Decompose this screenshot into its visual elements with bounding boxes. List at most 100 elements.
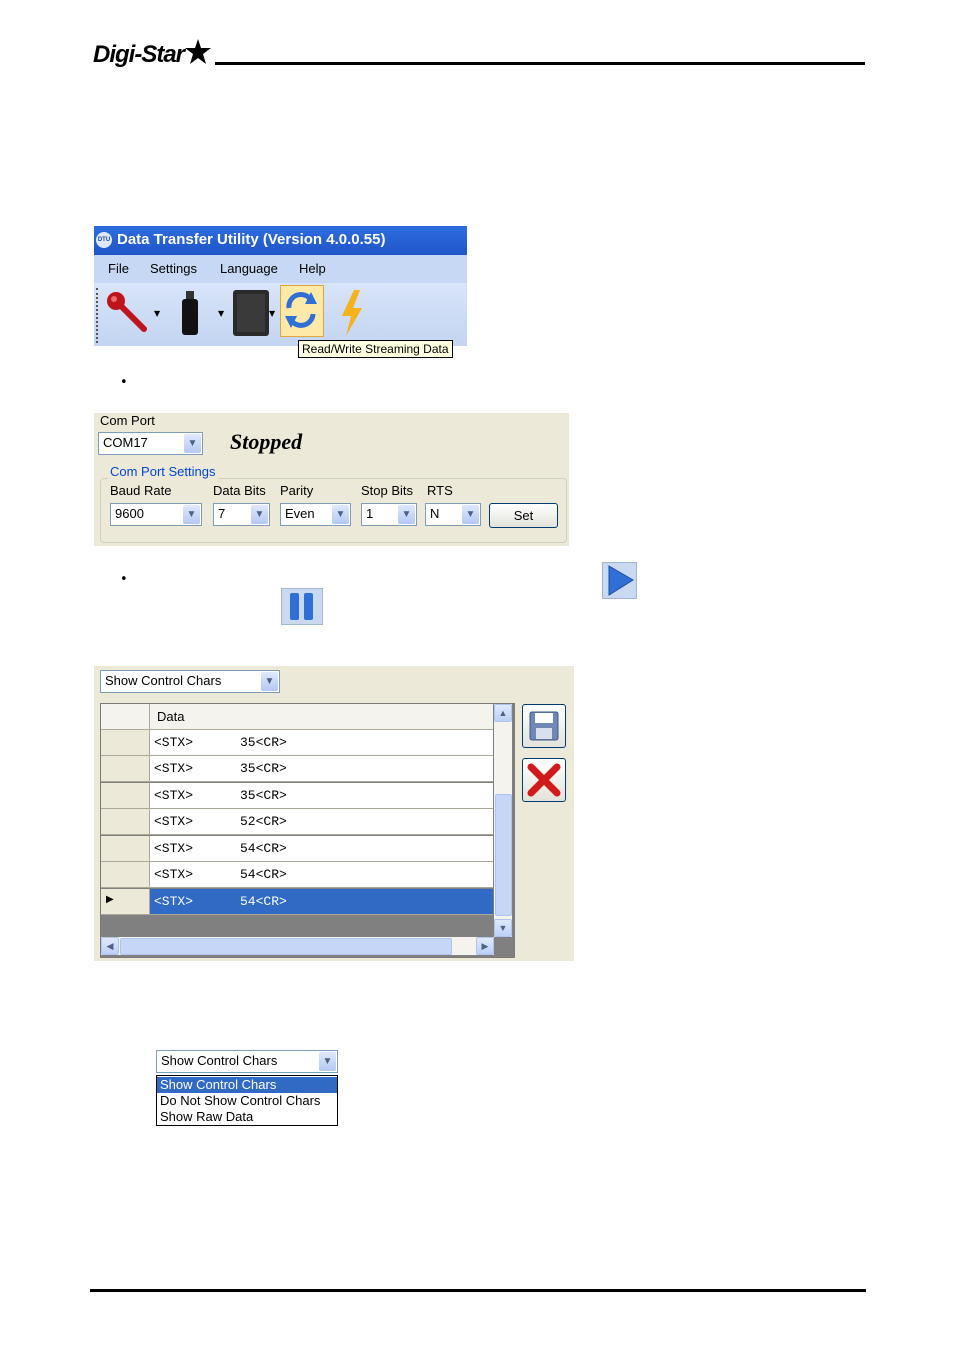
cell-prefix: <STX>	[154, 894, 194, 909]
option-show-control-chars[interactable]: Show Control Chars	[157, 1077, 337, 1093]
dtu-window: DTU Data Transfer Utility (Version 4.0.0…	[94, 226, 467, 346]
toolbar-tooltip: Read/Write Streaming Data	[298, 340, 453, 358]
column-header-data[interactable]: Data	[157, 709, 184, 724]
baud-rate-value: 9600	[115, 506, 144, 521]
star-icon	[185, 39, 212, 64]
cell-prefix: <STX>	[154, 788, 194, 803]
baud-rate-select[interactable]: 9600 ▼	[110, 503, 202, 526]
data-view-panel: Show Control Chars ▼ Data <STX> 35<CR> <S…	[94, 666, 574, 961]
grid-header: Data	[101, 704, 493, 730]
footer-rule	[90, 1289, 866, 1292]
play-icon	[608, 565, 634, 596]
cell-prefix: <STX>	[154, 735, 194, 750]
title-bar: DTU Data Transfer Utility (Version 4.0.0…	[94, 226, 467, 255]
table-row[interactable]: <STX> 54<CR>	[101, 862, 493, 888]
table-row[interactable]: <STX> 35<CR>	[101, 783, 493, 809]
option-do-not-show-control-chars[interactable]: Do Not Show Control Chars	[157, 1093, 337, 1109]
com-port-label: Com Port	[100, 413, 155, 428]
menu-language[interactable]: Language	[220, 261, 278, 276]
rts-select[interactable]: N ▼	[425, 503, 481, 526]
com-port-panel: Com Port COM17 ▼ Stopped Com Port Settin…	[94, 413, 569, 546]
data-bits-select[interactable]: 7 ▼	[213, 503, 270, 526]
streaming-data-button[interactable]	[280, 285, 324, 337]
scroll-down-icon[interactable]: ▼	[494, 919, 512, 937]
menu-settings[interactable]: Settings	[150, 261, 197, 276]
cell-value: 54<CR>	[240, 867, 287, 882]
digi-star-logo: Digi-Star	[93, 38, 212, 69]
vertical-scrollbar[interactable]: ▲ ▼	[494, 704, 512, 937]
scroll-left-icon[interactable]: ◀	[101, 937, 119, 955]
parity-select[interactable]: Even ▼	[280, 503, 351, 526]
com-port-select[interactable]: COM17 ▼	[98, 432, 203, 455]
table-row[interactable]: <STX> 52<CR>	[101, 809, 493, 835]
cell-value: 35<CR>	[240, 788, 287, 803]
horizontal-scroll-thumb[interactable]	[120, 938, 452, 955]
parity-value: Even	[285, 506, 315, 521]
clear-button[interactable]	[522, 758, 566, 802]
row-header-corner	[101, 704, 150, 729]
vertical-scroll-thumb[interactable]	[495, 794, 512, 916]
cell-prefix: <STX>	[154, 867, 194, 882]
data-grid[interactable]: Data <STX> 35<CR> <STX> 35<CR> <STX> 35<CR>…	[100, 703, 515, 958]
table-row[interactable]: <STX> 54<CR>	[101, 836, 493, 862]
key-icon[interactable]	[104, 289, 152, 337]
cell-prefix: <STX>	[154, 841, 194, 856]
chevron-down-icon[interactable]: ▼	[398, 505, 415, 524]
pause-icon	[290, 593, 313, 620]
chevron-down-icon[interactable]: ▼	[183, 505, 200, 524]
stop-bits-value: 1	[366, 506, 374, 521]
refresh-arrows-icon	[285, 292, 317, 328]
menu-bar: File Settings Language Help	[94, 255, 467, 283]
bullet-2: •	[120, 572, 128, 587]
cell-prefix: <STX>	[154, 761, 194, 776]
chevron-down-icon[interactable]: ▼	[184, 434, 201, 453]
group-label: Com Port Settings	[108, 464, 218, 479]
chevron-down-icon[interactable]: ▼	[251, 505, 268, 524]
stop-bits-select[interactable]: 1 ▼	[361, 503, 417, 526]
chevron-down-icon[interactable]: ▼	[332, 505, 349, 524]
toolbar: ▼ ▼ ▼	[94, 283, 467, 346]
app-icon: DTU	[96, 232, 112, 248]
pause-button[interactable]	[281, 588, 323, 625]
cell-value: 35<CR>	[240, 735, 287, 750]
display-mode-value: Show Control Chars	[105, 673, 222, 688]
rts-value: N	[430, 506, 440, 521]
table-row-selected[interactable]: ▶ <STX> 54<CR>	[101, 889, 493, 915]
table-row[interactable]: <STX> 35<CR>	[101, 756, 493, 782]
data-bits-value: 7	[218, 506, 226, 521]
dropdown-value: Show Control Chars	[161, 1053, 278, 1068]
parity-label: Parity	[280, 483, 314, 498]
scroll-up-icon[interactable]: ▲	[494, 704, 512, 722]
chevron-down-icon[interactable]: ▼	[462, 505, 479, 524]
menu-file[interactable]: File	[108, 261, 129, 276]
rts-label: RTS	[427, 483, 453, 498]
device-dropdown-arrow[interactable]: ▼	[269, 309, 275, 318]
dropdown-list: Show Control Chars Do Not Show Control C…	[156, 1075, 338, 1126]
drive-dropdown-arrow[interactable]: ▼	[218, 309, 224, 318]
chevron-down-icon[interactable]: ▼	[319, 1052, 336, 1071]
horizontal-scrollbar[interactable]: ◀ ▶	[101, 937, 494, 955]
table-row[interactable]: <STX> 35<CR>	[101, 730, 493, 756]
play-button[interactable]	[602, 562, 637, 599]
data-bits-label: Data Bits	[213, 483, 266, 498]
option-show-raw-data[interactable]: Show Raw Data	[157, 1109, 337, 1125]
cell-prefix: <STX>	[154, 814, 194, 829]
display-mode-select-open[interactable]: Show Control Chars ▼	[156, 1050, 338, 1073]
cell-value: 54<CR>	[240, 841, 287, 856]
key-dropdown-arrow[interactable]: ▼	[154, 309, 160, 318]
set-button[interactable]: Set	[489, 503, 558, 528]
flash-drive-icon[interactable]	[178, 289, 202, 337]
bullet-1: •	[120, 375, 128, 390]
chevron-down-icon[interactable]: ▼	[261, 672, 278, 691]
cell-value: 35<CR>	[240, 761, 287, 776]
indicator-device-icon[interactable]	[231, 288, 271, 338]
floppy-disk-icon	[529, 711, 559, 741]
current-row-marker: ▶	[106, 894, 114, 905]
cell-value: 52<CR>	[240, 814, 287, 829]
display-mode-select[interactable]: Show Control Chars ▼	[100, 670, 280, 693]
menu-help[interactable]: Help	[299, 261, 326, 276]
lightning-icon[interactable]	[336, 288, 368, 338]
display-mode-dropdown: Show Control Chars ▼ Show Control Chars …	[156, 1050, 338, 1126]
save-button[interactable]	[522, 704, 566, 748]
scroll-right-icon[interactable]: ▶	[476, 937, 494, 955]
